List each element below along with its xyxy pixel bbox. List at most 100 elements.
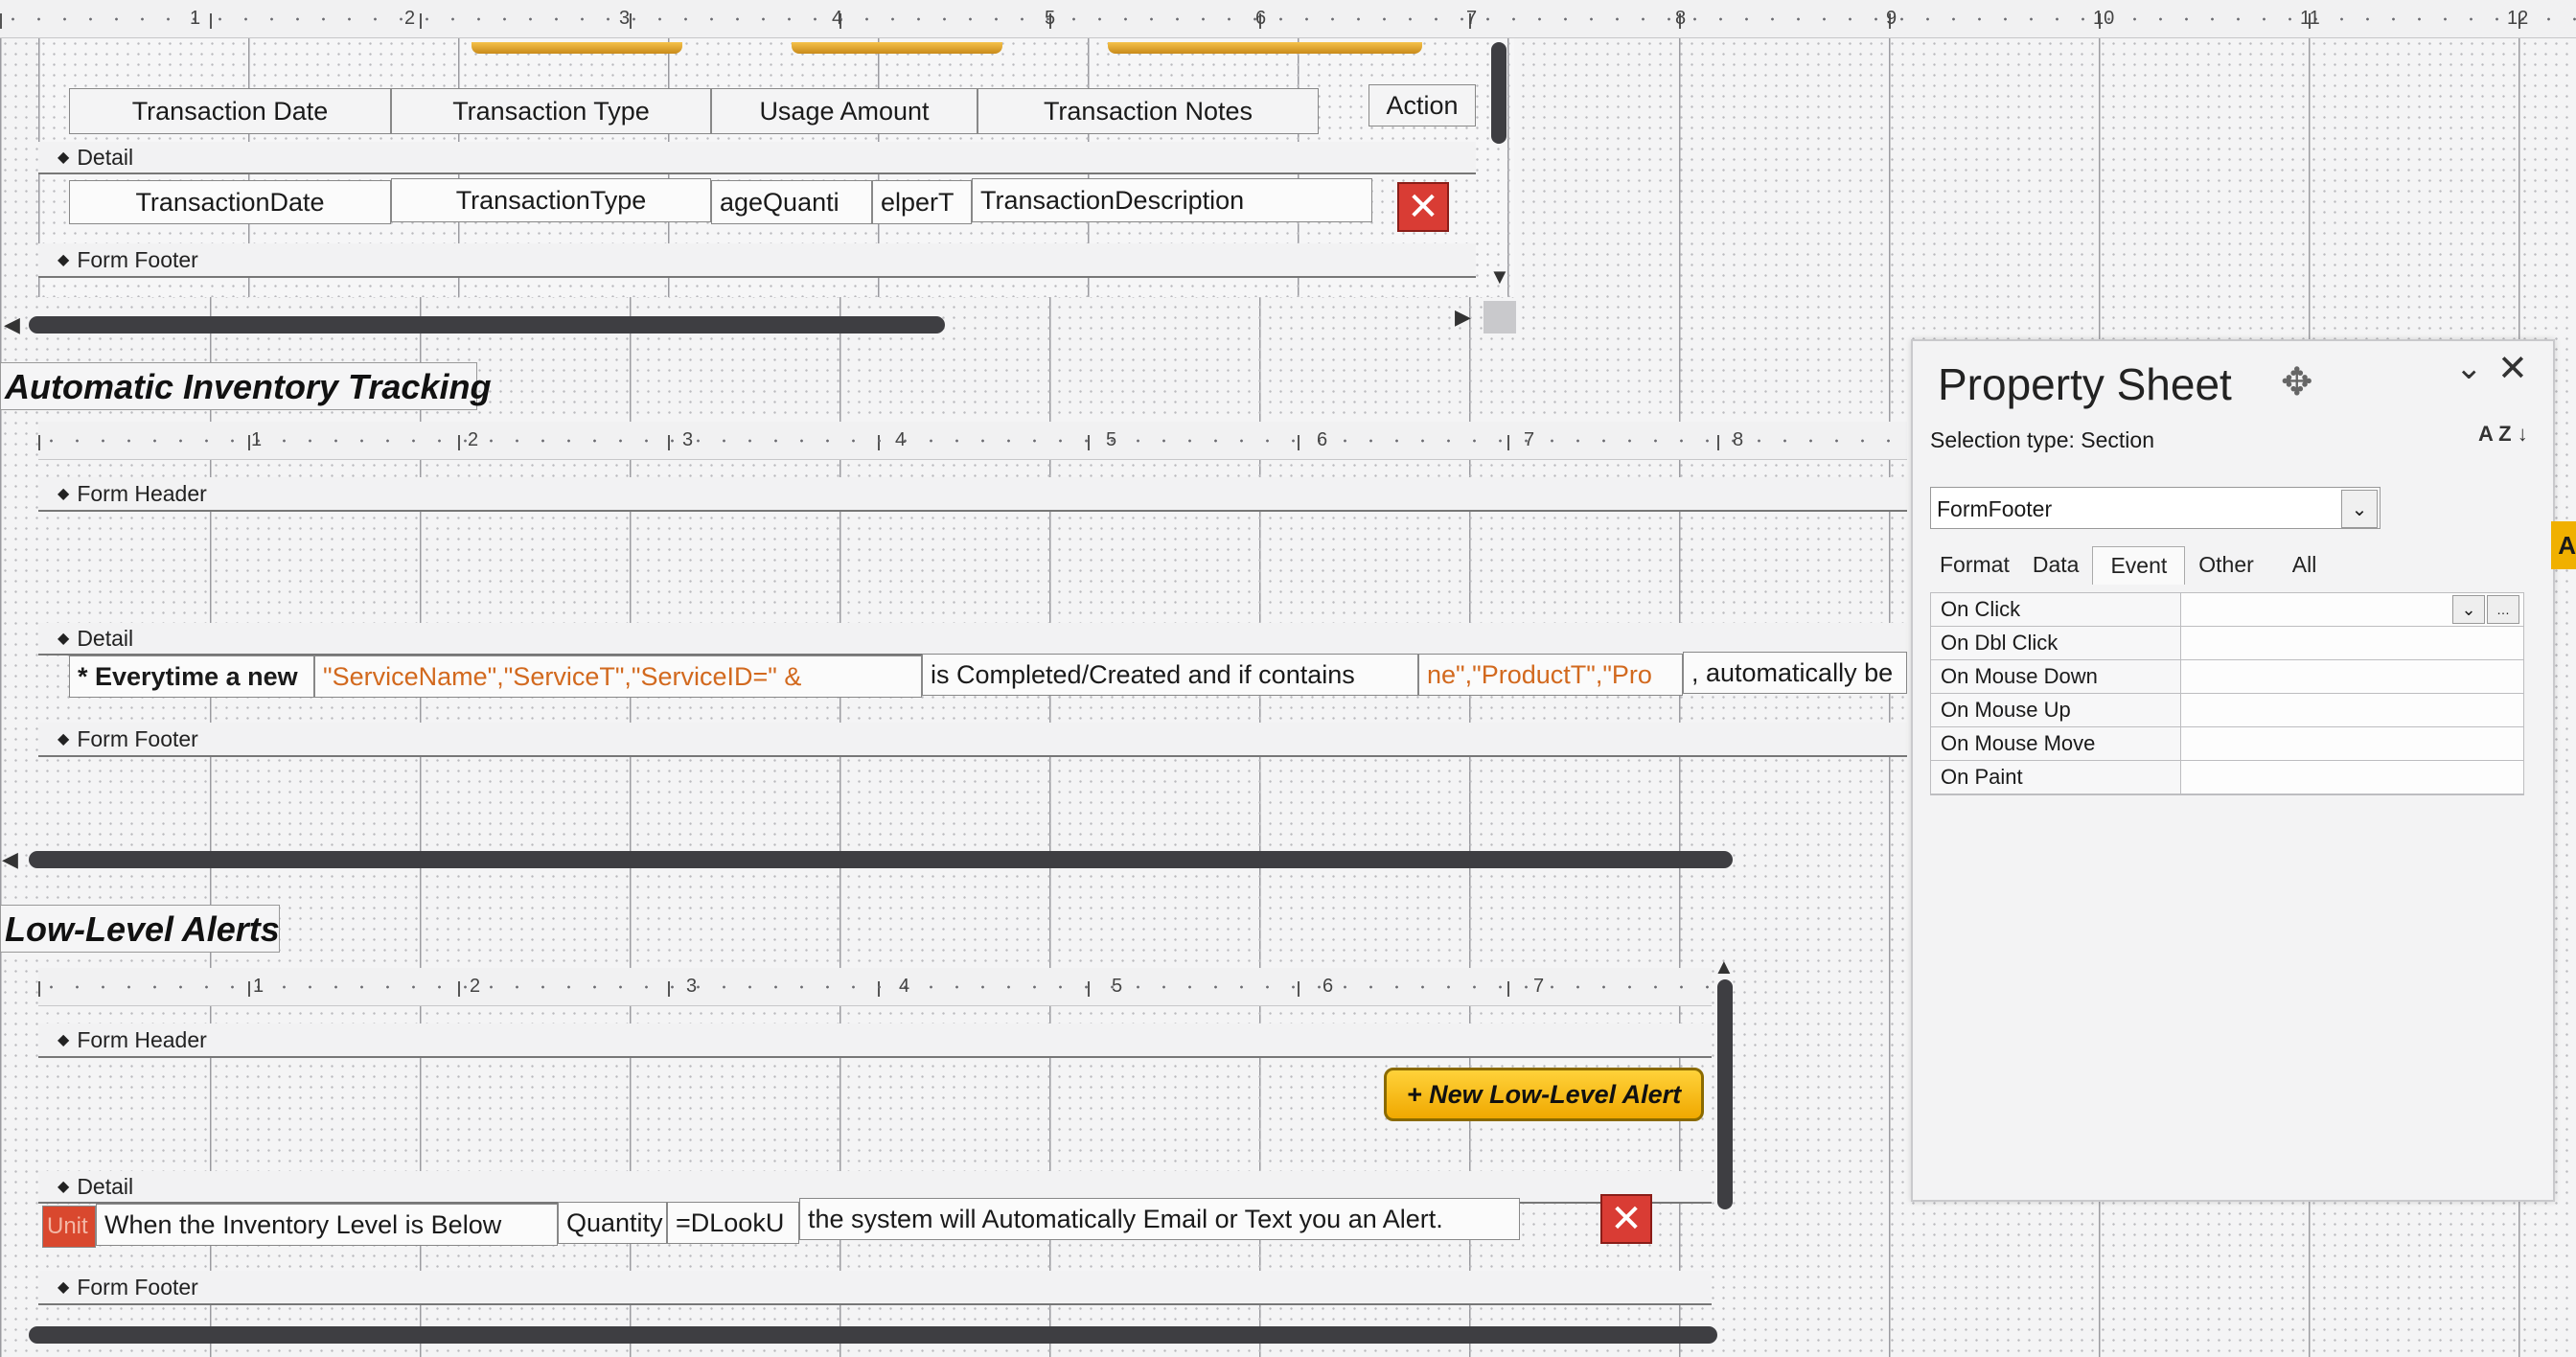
field-unit[interactable]: Unit xyxy=(42,1206,96,1248)
ruler-number: 12 xyxy=(2507,8,2529,29)
edge-button[interactable]: A xyxy=(2551,521,2576,569)
tab-all[interactable]: All xyxy=(2267,546,2342,585)
property-row-on-dbl-click[interactable]: On Dbl Click xyxy=(1931,627,2523,660)
sort-az-icon[interactable]: A Z ↓ xyxy=(2478,424,2528,445)
chevron-down-icon[interactable]: ⌄ xyxy=(2341,490,2378,528)
scroll-down-arrow[interactable]: ▼ xyxy=(1489,264,1510,289)
field-automatically-label[interactable]: , automatically be xyxy=(1683,652,1907,694)
property-row-on-paint[interactable]: On Paint xyxy=(1931,761,2523,794)
close-icon[interactable]: ✕ xyxy=(2497,347,2528,390)
field-everytime-label[interactable]: * Everytime a new xyxy=(69,656,314,698)
tab-other[interactable]: Other xyxy=(2189,546,2264,585)
band-label: Form Footer xyxy=(77,246,198,272)
chevron-down-icon[interactable]: ⌄ xyxy=(2455,349,2483,387)
ruler-number: 5 xyxy=(1045,8,1056,29)
section-title-automatic-inventory-tracking[interactable]: Automatic Inventory Tracking xyxy=(0,362,491,410)
ruler-number: 2 xyxy=(470,976,481,997)
section-title-low-level-alerts[interactable]: Low-Level Alerts xyxy=(0,905,280,953)
field-quantity[interactable]: Quantity xyxy=(558,1202,667,1244)
field-service-lookup[interactable]: "ServiceName","ServiceT","ServiceID=" & xyxy=(314,656,922,698)
property-row-on-mouse-up[interactable]: On Mouse Up xyxy=(1931,694,2523,727)
ruler-number: 7 xyxy=(1524,429,1535,450)
scroll-left-arrow[interactable]: ◀ xyxy=(2,847,18,872)
property-value[interactable]: ⌄ … xyxy=(2181,593,2523,626)
tab-data[interactable]: Data xyxy=(2023,546,2089,585)
property-value[interactable] xyxy=(2181,727,2523,760)
form-header-band[interactable]: ◆ Form Header xyxy=(38,1024,1712,1058)
delete-button[interactable]: ✕ xyxy=(1600,1194,1652,1244)
property-row-on-click[interactable]: On Click ⌄ … xyxy=(1931,593,2523,627)
delete-icon: ✕ xyxy=(1610,1198,1643,1240)
property-name: On Click xyxy=(1931,593,2181,626)
object-selector[interactable]: FormFooter ⌄ xyxy=(1930,487,2380,529)
header-label-transaction-notes[interactable]: Transaction Notes xyxy=(978,88,1319,134)
property-row-on-mouse-down[interactable]: On Mouse Down xyxy=(1931,660,2523,694)
field-alert-message[interactable]: the system will Automatically Email or T… xyxy=(799,1198,1520,1240)
header-label-transaction-date[interactable]: Transaction Date xyxy=(69,88,391,134)
horizontal-scrollbar[interactable] xyxy=(29,1326,1717,1344)
delete-button[interactable]: ✕ xyxy=(1397,182,1449,232)
form-footer-band[interactable]: ◆ Form Footer xyxy=(38,1271,1712,1305)
horizontal-scrollbar[interactable] xyxy=(29,316,945,334)
property-grid: On Click ⌄ … On Dbl Click On Mouse Down … xyxy=(1930,592,2524,795)
move-icon[interactable]: ✥ xyxy=(2281,360,2313,404)
field-helper[interactable]: elperT xyxy=(872,180,972,224)
scroll-left-arrow[interactable]: ◀ xyxy=(4,312,20,337)
ruler-number: 8 xyxy=(1675,8,1687,29)
ruler-number: 4 xyxy=(832,8,843,29)
section-triangle-icon: ◆ xyxy=(58,631,70,647)
field-transaction-type[interactable]: TransactionType xyxy=(391,178,711,222)
horizontal-scrollbar[interactable] xyxy=(29,851,1733,868)
field-completed-label[interactable]: is Completed/Created and if contains xyxy=(922,654,1418,696)
field-dlookup[interactable]: =DLookU xyxy=(667,1202,799,1244)
tab-format[interactable]: Format xyxy=(1930,546,2019,585)
ruler-number: 10 xyxy=(2093,8,2115,29)
section-triangle-icon: ◆ xyxy=(58,486,70,502)
form-footer-band[interactable]: ◆ Form Footer xyxy=(38,723,1907,757)
detail-band[interactable]: ◆ Detail xyxy=(38,142,1476,174)
header-tab-decoration xyxy=(792,42,1002,54)
property-name: On Mouse Up xyxy=(1931,694,2181,726)
field-inventory-level-label[interactable]: When the Inventory Level is Below xyxy=(96,1204,558,1246)
object-selector-value: FormFooter xyxy=(1937,496,2053,521)
property-tabs: Format Data Event Other All xyxy=(1930,546,2341,585)
vertical-scrollbar[interactable] xyxy=(1491,42,1506,144)
selection-type: Selection type: Section xyxy=(1930,427,2154,453)
ruler-number: 5 xyxy=(1106,429,1117,450)
property-value[interactable] xyxy=(2181,660,2523,693)
field-transaction-description[interactable]: TransactionDescription xyxy=(972,178,1372,222)
builder-button[interactable]: … xyxy=(2487,595,2519,624)
ruler-number: 9 xyxy=(1886,8,1898,29)
vertical-scrollbar[interactable] xyxy=(1717,979,1733,1209)
ruler-number: 3 xyxy=(619,8,631,29)
scroll-up-arrow[interactable]: ▲ xyxy=(1714,954,1735,979)
property-sheet-panel[interactable]: Property Sheet ✥ ⌄ ✕ Selection type: Sec… xyxy=(1911,339,2555,1202)
delete-icon: ✕ xyxy=(1407,186,1439,228)
chevron-down-icon[interactable]: ⌄ xyxy=(2452,595,2485,624)
header-label-action[interactable]: Action xyxy=(1368,84,1476,126)
property-row-on-mouse-move[interactable]: On Mouse Move xyxy=(1931,727,2523,761)
band-label: Detail xyxy=(77,1173,134,1199)
ruler-number: 6 xyxy=(1317,429,1328,450)
header-label-transaction-type[interactable]: Transaction Type xyxy=(391,88,711,134)
field-usage-quantity[interactable]: ageQuanti xyxy=(711,180,872,224)
field-transaction-date[interactable]: TransactionDate xyxy=(69,180,391,224)
field-product-lookup[interactable]: ne","ProductT","Pro xyxy=(1418,654,1683,696)
ruler-number: 7 xyxy=(1466,8,1478,29)
property-value[interactable] xyxy=(2181,694,2523,726)
scroll-right-arrow[interactable]: ▶ xyxy=(1455,305,1471,330)
detail-band[interactable]: ◆ Detail xyxy=(38,623,1907,656)
ruler-number: 4 xyxy=(895,429,907,450)
section-triangle-icon: ◆ xyxy=(58,731,70,748)
tab-event[interactable]: Event xyxy=(2092,546,2186,585)
header-label-usage-amount[interactable]: Usage Amount xyxy=(711,88,978,134)
band-label: Form Header xyxy=(77,1026,207,1052)
ruler-number: 1 xyxy=(190,8,201,29)
header-tab-decoration xyxy=(1108,42,1422,54)
form-footer-band[interactable]: ◆ Form Footer xyxy=(38,243,1476,278)
property-value[interactable] xyxy=(2181,627,2523,659)
property-value[interactable] xyxy=(2181,761,2523,794)
form-header-band[interactable]: ◆ Form Header xyxy=(38,477,1907,512)
new-low-level-alert-button[interactable]: + New Low-Level Alert xyxy=(1384,1068,1704,1121)
subform-ruler: 1 2 3 4 5 6 7 8 xyxy=(38,422,1907,460)
